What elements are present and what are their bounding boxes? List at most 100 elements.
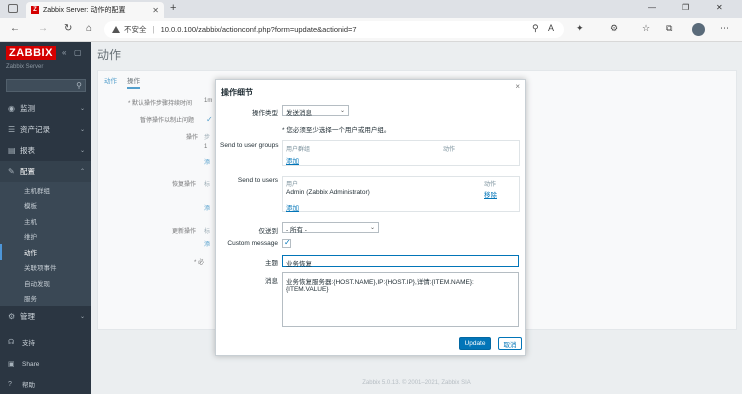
collapse-sidebar-icon[interactable]: « (62, 48, 66, 57)
users-table: 用户 动作 Admin (Zabbix Administrator) 移除 添加 (282, 176, 520, 212)
sidebar-share[interactable]: ▣ Share (0, 354, 91, 374)
operation-details-dialog: 操作细节 × 操作类型 发送消息 ⌄ * 您必须至少选择一个用户或用户组。 Se… (215, 79, 526, 356)
read-aloud-icon[interactable]: A (548, 23, 554, 33)
chevron-down-icon: ⌄ (369, 225, 375, 231)
message-value: 业务恢复服务器:{HOST.NAME},IP:{HOST.IP},详情:{ITE… (286, 279, 474, 293)
minimize-icon[interactable]: — (648, 3, 656, 12)
subject-label: 主题 (265, 260, 278, 267)
sidebar-item-label: 监测 (20, 104, 35, 113)
refresh-icon[interactable]: ↻ (64, 23, 72, 34)
sidebar-item-inventory[interactable]: ☰ 资产记录 ⌄ (0, 119, 91, 140)
sidebar-item-label: 配置 (20, 167, 35, 176)
cancel-button[interactable]: 取消 (498, 337, 522, 350)
chevron-down-icon: ⌄ (79, 314, 85, 320)
forward-icon[interactable]: → (38, 23, 48, 34)
op-type-select[interactable]: 发送消息 ⌄ (282, 105, 349, 117)
collections-icon[interactable]: ⧉ (666, 23, 672, 34)
browser-tab-strip: Z Zabbix Server: 动作的配置 ✕ + — ❐ ✕ (0, 0, 742, 18)
extension-icon[interactable]: ⚙ (610, 23, 618, 34)
subject-input[interactable]: 业务恢复 (282, 255, 519, 268)
url-text: 10.0.0.100/zabbix/actionconf.php?form=up… (160, 25, 357, 34)
sidebar-subitem-active[interactable]: 动作 (0, 244, 91, 260)
url-separator: | (152, 25, 155, 34)
sidebar-submenu: 主机群组 模板 主机 维护 动作 关联项事件 自动发现 服务 (0, 182, 91, 306)
search-icon[interactable]: ⚲ (76, 81, 82, 90)
op-type-value: 发送消息 (286, 110, 312, 117)
chevron-down-icon: ⌄ (79, 148, 85, 154)
sidebar-help[interactable]: ? 帮助 (0, 374, 91, 394)
sidebar-subitem[interactable]: 模板 (0, 198, 91, 214)
sidebar-share-label: Share (22, 360, 40, 368)
more-menu-icon[interactable]: ⋯ (720, 23, 729, 34)
back-icon[interactable]: ← (10, 23, 20, 34)
op-type-label: 操作类型 (252, 110, 278, 117)
home-icon[interactable]: ⌂ (86, 23, 92, 34)
dialog-title: 操作细节 (221, 88, 253, 97)
sidebar-subitem[interactable]: 主机群组 (0, 182, 91, 198)
browser-tab[interactable]: Z Zabbix Server: 动作的配置 ✕ (26, 2, 164, 18)
update-button[interactable]: Update (459, 337, 491, 350)
users-col-action: 动作 (484, 182, 497, 188)
eye-icon: ◉ (8, 104, 15, 113)
tab-title: Zabbix Server: 动作的配置 (43, 7, 126, 14)
close-icon[interactable]: × (515, 82, 520, 91)
window-close-icon[interactable]: ✕ (716, 3, 723, 12)
message-textarea[interactable]: 业务恢复服务器:{HOST.NAME},IP:{HOST.IP},详情:{ITE… (282, 272, 519, 327)
wrench-icon: ✎ (8, 167, 15, 176)
sidebar-item-label: 管理 (20, 312, 35, 321)
insecure-label: 不安全 (124, 25, 147, 34)
url-field[interactable]: 不安全 | 10.0.0.100/zabbix/actionconf.php?f… (104, 21, 564, 38)
sidebar-search-input[interactable]: ⚲ (6, 79, 86, 92)
favorites-icon[interactable]: ☆ (642, 23, 650, 34)
tab-actions-icon[interactable] (8, 4, 18, 13)
zoom-icon[interactable]: ⚲ (532, 23, 539, 34)
sidebar-subitem[interactable]: 自动发现 (0, 275, 91, 291)
custom-message-checkbox[interactable]: ✓ (282, 238, 291, 248)
add-user-group-link[interactable]: 添加 (286, 155, 299, 165)
sidebar-support-label: 支持 (22, 340, 35, 347)
server-name: Zabbix Server (6, 64, 44, 70)
extension-icon[interactable]: ✦ (576, 23, 584, 34)
help-icon: ? (8, 380, 12, 388)
sidebar-subitem[interactable]: 维护 (0, 229, 91, 245)
sidebar-item-configuration[interactable]: ✎ 配置 ⌃ (0, 161, 91, 182)
user-groups-table: 用户群组 动作 添加 (282, 140, 520, 166)
support-icon: ☊ (8, 339, 15, 346)
sidebar-subitem[interactable]: 服务 (0, 291, 91, 307)
zabbix-logo[interactable]: ZABBIX (6, 46, 56, 60)
gear-icon: ⚙ (8, 312, 16, 321)
chevron-up-icon: ⌃ (79, 169, 85, 175)
custom-message-label: Custom message (227, 240, 278, 247)
sidebar-item-label: 资产记录 (20, 125, 50, 134)
kiosk-icon[interactable]: ▢ (74, 48, 82, 57)
new-tab-icon[interactable]: + (170, 2, 176, 14)
sidebar-item-administration[interactable]: ⚙ 管理 ⌄ (0, 306, 91, 327)
chevron-down-icon: ⌄ (339, 108, 345, 114)
send-only-to-value: - 所有 - (286, 227, 307, 234)
sidebar-support[interactable]: ☊ 支持 (0, 332, 91, 352)
sidebar-help-label: 帮助 (22, 382, 35, 389)
warning-icon (112, 26, 120, 33)
close-tab-icon[interactable]: ✕ (152, 6, 159, 15)
remove-user-link[interactable]: 移除 (484, 189, 497, 199)
checkmark-icon: ✓ (284, 238, 291, 247)
subject-value: 业务恢复 (286, 261, 312, 268)
sidebar: ZABBIX « ▢ Zabbix Server ⚲ ◉ 监测 ⌄ ☰ 资产记录… (0, 42, 91, 394)
send-to-users-label: Send to users (237, 177, 278, 184)
sidebar-menu: ◉ 监测 ⌄ ☰ 资产记录 ⌄ ▤ 报表 ⌄ ✎ 配置 ⌃ 主机群组 模板 主机… (0, 98, 91, 327)
add-user-link[interactable]: 添加 (286, 202, 299, 212)
required-note: * 您必须至少选择一个用户或用户组。 (282, 127, 391, 134)
sidebar-subitem[interactable]: 关联项事件 (0, 260, 91, 276)
sidebar-item-reports[interactable]: ▤ 报表 ⌄ (0, 140, 91, 161)
sidebar-item-monitoring[interactable]: ◉ 监测 ⌄ (0, 98, 91, 119)
sidebar-item-label: 报表 (20, 146, 35, 155)
sidebar-subitem[interactable]: 主机 (0, 213, 91, 229)
chart-icon: ▤ (8, 146, 16, 155)
chevron-down-icon: ⌄ (79, 127, 85, 133)
zabbix-favicon-icon: Z (31, 6, 39, 14)
restore-icon[interactable]: ❐ (682, 3, 689, 12)
send-only-to-label: 仅送到 (258, 228, 279, 235)
list-icon: ☰ (8, 125, 16, 134)
profile-avatar[interactable] (692, 23, 705, 36)
send-only-to-select[interactable]: - 所有 - ⌄ (282, 222, 379, 234)
